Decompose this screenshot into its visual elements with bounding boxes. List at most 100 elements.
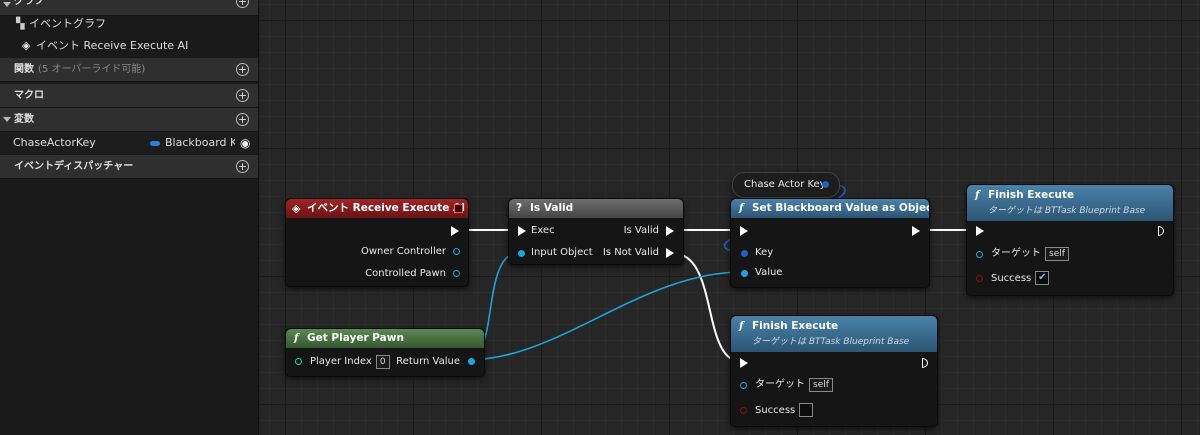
pin-chase-key-out[interactable] [822, 181, 829, 188]
pin-success-row: Success ✔ [991, 271, 1050, 286]
player-index-field[interactable]: 0 [375, 355, 390, 369]
node-header[interactable]: f Set Blackboard Value as Object [731, 199, 929, 218]
graph-icon: ▚ [16, 17, 25, 30]
pin-player-index-row: Player Index 0 [310, 355, 390, 369]
category-label: マクロ [14, 90, 44, 101]
pin-key-label: Key [755, 247, 774, 258]
success-checkbox[interactable] [799, 403, 814, 417]
exec-in-pin[interactable] [740, 358, 748, 368]
exec-out-pin[interactable] [922, 358, 928, 368]
node-subtitle: ターゲットは BTTask Blueprint Base [752, 337, 910, 347]
event-graph-item[interactable]: ▚ イベントグラフ [0, 13, 258, 35]
node-header[interactable]: ? Is Valid [509, 199, 683, 218]
node-get-player-pawn[interactable]: f Get Player Pawn Player Index 0 Return V… [285, 328, 485, 377]
category-label: グラフ [14, 0, 44, 7]
pin-success[interactable] [740, 407, 747, 414]
category-label: 変数 [14, 114, 34, 125]
node-event-receive-execute[interactable]: ◈ イベント Receive Execute AI Owner Controll… [285, 198, 469, 287]
delegate-square-icon[interactable] [454, 204, 463, 213]
pin-success-label: Success [991, 273, 1032, 284]
pin-target-label: ターゲット [755, 379, 805, 390]
add-variable-plus-icon[interactable]: + [236, 113, 249, 126]
target-self-field[interactable]: self [1045, 247, 1069, 261]
node-title: Get Player Pawn [307, 332, 404, 344]
my-blueprint-panel: グラフ + ▚ イベントグラフ ◈ イベント Receive Execute A… [0, 0, 259, 435]
category-label: イベントディスパッチャー [14, 161, 134, 172]
pin-target-row: ターゲット self [755, 378, 833, 392]
pin-value[interactable] [741, 270, 748, 277]
event-item-receive-execute[interactable]: ◈ イベント Receive Execute AI [0, 35, 258, 57]
variable-type: Blackboard Key [165, 136, 235, 149]
exec-in-pin[interactable] [518, 226, 526, 236]
variable-name: ChaseActorKey [13, 136, 96, 149]
function-icon: f [739, 202, 744, 214]
event-graph-label: イベントグラフ [29, 17, 106, 30]
add-dispatcher-plus-icon[interactable]: + [236, 160, 249, 173]
pin-controlled-pawn[interactable] [453, 270, 460, 277]
function-icon: f [739, 320, 744, 332]
exec-out-pin[interactable] [912, 226, 920, 236]
node-header[interactable]: f Finish Execute ターゲットは BTTask Blueprint… [967, 185, 1173, 221]
variable-getter-label: Chase Actor Key [744, 179, 826, 190]
success-checkbox[interactable]: ✔ [1035, 271, 1050, 285]
collapse-arrow-icon[interactable] [3, 117, 11, 122]
node-title: Set Blackboard Value as Object [752, 202, 930, 214]
variable-type-pill-icon [150, 141, 160, 146]
category-label: 関数 (5 オーバーライド可能) [14, 58, 145, 82]
pin-value-label: Value [755, 267, 783, 278]
exec-out-pin[interactable] [1158, 226, 1164, 236]
pin-controlled-pawn-label: Controlled Pawn [365, 268, 446, 279]
pin-target[interactable] [740, 382, 747, 389]
pin-is-not-valid-label: Is Not Valid [602, 247, 659, 258]
node-set-blackboard-value[interactable]: f Set Blackboard Value as Object Key Val… [730, 198, 930, 288]
pin-key[interactable] [741, 250, 748, 257]
target-self-field[interactable]: self [809, 378, 833, 392]
node-header[interactable]: ◈ イベント Receive Execute AI [286, 199, 468, 218]
exec-out-is-not-valid[interactable] [666, 248, 674, 258]
node-title: Finish Execute [988, 189, 1075, 201]
add-function-plus-icon[interactable]: + [236, 63, 249, 76]
category-functions[interactable]: 関数 (5 オーバーライド可能) + [0, 58, 258, 82]
node-title: イベント Receive Execute AI [307, 202, 466, 214]
pin-owner-controller[interactable] [453, 248, 460, 255]
category-macros[interactable]: マクロ + [0, 84, 258, 108]
node-subtitle: ターゲットは BTTask Blueprint Base [988, 206, 1146, 216]
exec-out-pin[interactable] [451, 226, 459, 236]
node-header[interactable]: f Finish Execute ターゲットは BTTask Blueprint… [731, 316, 937, 352]
node-finish-execute-fail[interactable]: f Finish Execute ターゲットは BTTask Blueprint… [730, 315, 938, 427]
pin-target[interactable] [976, 251, 983, 258]
node-header[interactable]: f Get Player Pawn [286, 329, 484, 348]
pin-player-index-label: Player Index [310, 356, 372, 367]
pin-input-object[interactable] [518, 250, 525, 257]
exec-out-is-valid[interactable] [666, 226, 674, 236]
pin-input-object-label: Input Object [531, 247, 593, 258]
variable-row-chase-actor-key[interactable]: ChaseActorKey Blackboard Key ◉ [0, 132, 258, 154]
exec-in-pin[interactable] [740, 226, 748, 236]
add-graph-plus-icon[interactable]: + [236, 0, 249, 8]
add-macro-plus-icon[interactable]: + [236, 89, 249, 102]
event-diamond-icon: ◈ [22, 39, 31, 52]
pin-player-index[interactable] [295, 358, 302, 365]
category-event-dispatchers[interactable]: イベントディスパッチャー + [0, 155, 258, 179]
node-chase-actor-key-getter[interactable]: Chase Actor Key [732, 172, 840, 198]
pin-exec-label: Exec [531, 225, 555, 236]
exec-in-pin[interactable] [976, 226, 984, 236]
pin-is-valid-label: Is Valid [623, 225, 659, 236]
pin-success-label: Success [755, 405, 796, 416]
function-icon: f [975, 189, 980, 201]
node-title: Is Valid [530, 202, 574, 214]
question-icon: ? [516, 202, 523, 214]
node-finish-execute-success[interactable]: f Finish Execute ターゲットは BTTask Blueprint… [966, 184, 1174, 296]
event-diamond-icon: ◈ [292, 202, 301, 215]
collapse-arrow-icon[interactable] [3, 2, 11, 7]
function-icon: f [294, 332, 299, 344]
node-is-valid[interactable]: ? Is Valid Exec Input Object Is Valid Is… [508, 198, 684, 265]
pin-return-value-label: Return Value [396, 356, 460, 367]
category-variables[interactable]: 変数 + [0, 108, 258, 132]
pin-success[interactable] [976, 275, 983, 282]
eye-icon[interactable]: ◉ [240, 132, 250, 154]
pin-target-row: ターゲット self [991, 247, 1069, 261]
pin-return-value[interactable] [468, 358, 475, 365]
node-title: Finish Execute [752, 320, 839, 332]
functions-label: 関数 [14, 64, 34, 75]
